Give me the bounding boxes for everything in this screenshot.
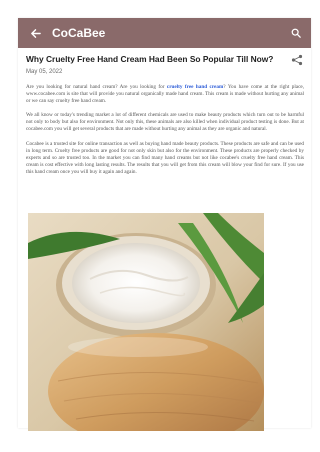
back-button[interactable] xyxy=(20,18,50,48)
share-icon xyxy=(291,54,303,66)
arrow-left-icon xyxy=(30,28,41,38)
product-photo xyxy=(28,213,264,431)
share-button[interactable] xyxy=(291,53,303,66)
post-date: May 05, 2022 xyxy=(26,69,63,75)
post-title: Why Cruelty Free Hand Cream Had Been So … xyxy=(26,54,274,64)
search-icon xyxy=(291,28,301,38)
search-button[interactable] xyxy=(287,24,305,42)
paragraph-intro-text: Are you looking for natural hand cream? … xyxy=(26,84,167,90)
paragraph-market: We all know or today's trending market a… xyxy=(26,112,304,133)
brand-title[interactable]: CoCaBee xyxy=(52,26,105,40)
paragraph-trust: Cocabee is a trusted site for online tra… xyxy=(26,140,304,175)
post-body: Are you looking for natural hand cream? … xyxy=(26,84,304,183)
cruelty-free-hand-cream-link[interactable]: cruelty free hand cream xyxy=(167,84,223,90)
app-bar: CoCaBee xyxy=(18,18,311,48)
paragraph-intro: Are you looking for natural hand cream? … xyxy=(26,84,304,105)
